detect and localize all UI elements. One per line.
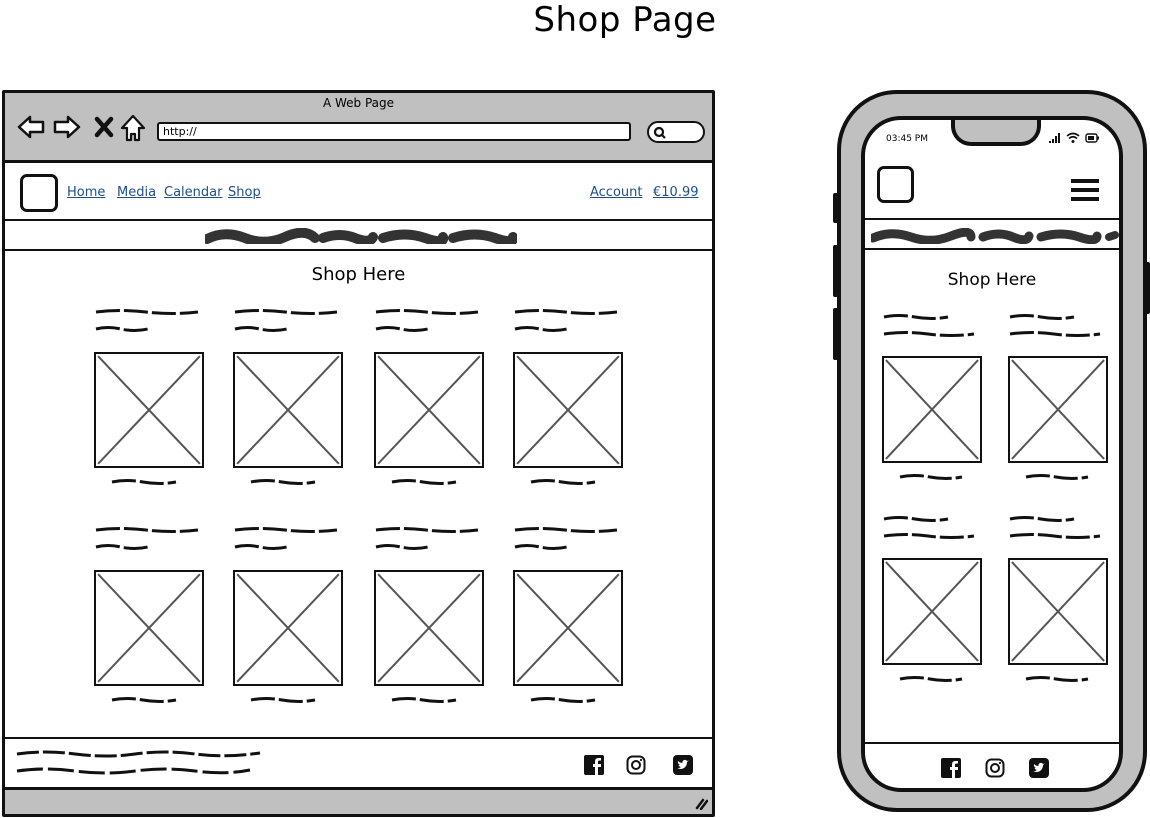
account-link[interactable]: Account	[590, 185, 643, 200]
search-button[interactable]	[647, 121, 705, 143]
stop-icon[interactable]	[91, 113, 119, 141]
product-description	[375, 527, 479, 550]
product-image[interactable]	[233, 570, 343, 686]
product-description	[375, 309, 479, 332]
nav-link-media[interactable]: Media	[117, 185, 156, 200]
product-description	[883, 516, 975, 539]
facebook-icon[interactable]	[584, 755, 604, 775]
product-image[interactable]	[1008, 558, 1108, 665]
nav-link-calendar[interactable]: Calendar	[164, 185, 222, 200]
image-placeholder-icon	[884, 560, 980, 663]
logo-placeholder[interactable]	[20, 174, 58, 212]
hamburger-menu-icon[interactable]	[1071, 178, 1099, 202]
browser-window-title: A Web Page	[322, 96, 395, 110]
section-title: Shop Here	[311, 264, 406, 285]
product-price	[250, 479, 316, 485]
product-price	[899, 676, 963, 682]
product-price	[391, 479, 457, 485]
product-image[interactable]	[94, 570, 204, 686]
phone-banner	[865, 218, 1119, 250]
image-placeholder-icon	[515, 354, 621, 466]
product-image[interactable]	[94, 352, 204, 468]
instagram-icon[interactable]	[626, 755, 646, 775]
product-description	[1009, 516, 1101, 539]
product-description	[95, 309, 199, 332]
browser-wireframe: A Web Page http:// Home Media Calendar S…	[2, 90, 715, 817]
image-placeholder-icon	[515, 572, 621, 684]
nav-link-home[interactable]: Home	[67, 185, 105, 200]
product-image[interactable]	[374, 352, 484, 468]
product-image[interactable]	[882, 356, 982, 463]
product-description	[234, 527, 338, 550]
image-placeholder-icon	[96, 572, 202, 684]
nav-link-shop[interactable]: Shop	[228, 185, 261, 200]
product-price	[111, 697, 177, 703]
banner-scribble-text	[205, 228, 517, 244]
image-placeholder-icon	[96, 354, 202, 466]
image-placeholder-icon	[1010, 560, 1106, 663]
product-description	[514, 527, 618, 550]
footer-scribble-text	[16, 750, 261, 775]
phone-wireframe: 03:45 PM Shop Here	[837, 90, 1147, 812]
home-icon[interactable]	[119, 114, 147, 142]
product-price	[111, 479, 177, 485]
image-placeholder-icon	[884, 358, 980, 461]
product-price	[391, 697, 457, 703]
cart-total-link[interactable]: €10.99	[653, 185, 699, 200]
twitter-icon[interactable]	[673, 755, 693, 775]
instagram-icon[interactable]	[985, 758, 1005, 778]
twitter-icon[interactable]	[1029, 758, 1049, 778]
product-price	[899, 474, 963, 480]
phone-banner-scribble-text	[871, 228, 1119, 244]
product-description	[95, 527, 199, 550]
site-header: Home Media Calendar Shop Account €10.99	[5, 166, 712, 221]
product-price	[1025, 676, 1089, 682]
product-price	[1025, 474, 1089, 480]
product-description	[514, 309, 618, 332]
image-placeholder-icon	[376, 354, 482, 466]
phone-notch	[951, 120, 1041, 146]
product-price	[250, 697, 316, 703]
product-image[interactable]	[513, 352, 623, 468]
browser-status-bar	[5, 790, 712, 814]
url-input[interactable]: http://	[157, 122, 631, 141]
forward-arrow-icon[interactable]	[53, 113, 81, 141]
phone-screen: 03:45 PM Shop Here	[861, 116, 1123, 792]
phone-status-icons	[1049, 132, 1099, 143]
banner	[5, 221, 712, 251]
product-description	[1009, 314, 1101, 337]
product-price	[530, 697, 596, 703]
product-image[interactable]	[882, 558, 982, 665]
signal-icon	[1049, 133, 1060, 143]
product-image[interactable]	[374, 570, 484, 686]
image-placeholder-icon	[235, 572, 341, 684]
product-description	[883, 314, 975, 337]
product-image[interactable]	[513, 570, 623, 686]
phone-time: 03:45 PM	[886, 134, 928, 144]
phone-footer	[865, 742, 1119, 788]
search-icon	[653, 126, 666, 139]
site-footer	[5, 737, 712, 790]
image-placeholder-icon	[235, 354, 341, 466]
product-description	[234, 309, 338, 332]
image-placeholder-icon	[376, 572, 482, 684]
facebook-icon[interactable]	[941, 758, 961, 778]
back-arrow-icon[interactable]	[17, 113, 45, 141]
product-image[interactable]	[233, 352, 343, 468]
product-price	[530, 479, 596, 485]
product-image[interactable]	[1008, 356, 1108, 463]
page-title: Shop Page	[533, 0, 717, 40]
image-placeholder-icon	[1010, 358, 1106, 461]
resize-grip-icon[interactable]	[694, 796, 708, 810]
battery-icon	[1085, 133, 1099, 143]
browser-chrome: A Web Page http://	[5, 93, 712, 163]
phone-section-title: Shop Here	[947, 270, 1037, 290]
wifi-icon	[1066, 132, 1080, 143]
phone-logo-placeholder[interactable]	[877, 166, 914, 203]
